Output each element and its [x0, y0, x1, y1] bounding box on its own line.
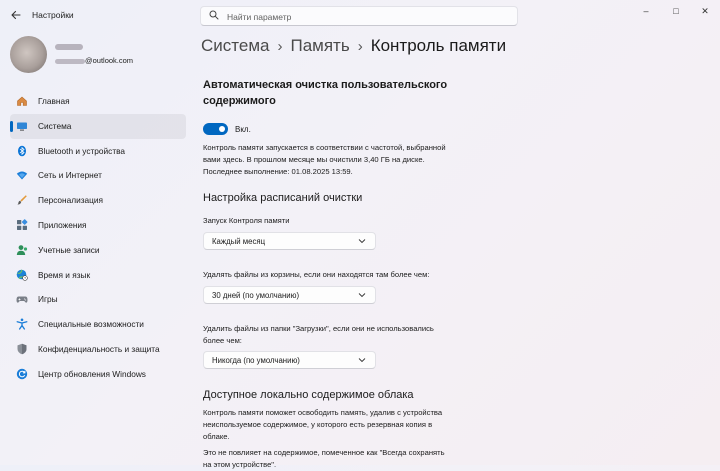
sidebar-item-apps[interactable]: Приложения [10, 213, 186, 238]
breadcrumb-separator: › [357, 38, 363, 55]
run-frequency-dropdown[interactable]: Каждый месяц [203, 232, 376, 250]
page-title: Контроль памяти [370, 36, 507, 55]
sidebar-item-gaming[interactable]: Игры [10, 287, 186, 312]
sidebar-item-label: Главная [38, 96, 70, 106]
breadcrumb: Система › Память › Контроль памяти [201, 36, 506, 56]
schedule-title: Настройка расписаний очистки [203, 192, 363, 204]
cloud-note-line: на этом устройстве". [203, 460, 277, 469]
app-title: Настройки [32, 10, 74, 20]
section-title-auto-cleanup: Автоматическая очистка пользовательского… [203, 79, 448, 107]
search-icon [209, 10, 219, 20]
system-icon [17, 122, 27, 131]
sidebar-item-label: Специальные возможности [38, 319, 144, 330]
wifi-icon [16, 171, 28, 180]
back-arrow-icon [11, 10, 21, 20]
storage-sense-toggle[interactable] [203, 123, 228, 135]
brush-icon [17, 195, 27, 205]
recycle-bin-label: Удалять файлы из корзины, если они наход… [203, 270, 430, 279]
search-box[interactable] [200, 6, 518, 26]
sidebar-item-privacy[interactable]: Конфиденциальность и защита [10, 337, 186, 362]
sidebar-item-accounts[interactable]: Учетные записи [10, 238, 186, 263]
bluetooth-icon [18, 145, 26, 156]
description-line: вами здесь. В прошлом месяце мы очистили… [203, 155, 425, 164]
sidebar-item-label: Игры [38, 294, 58, 305]
breadcrumb-system[interactable]: Система [201, 36, 269, 55]
recycle-bin-value: 30 дней (по умолчанию) [212, 291, 300, 300]
description-line: Контроль памяти запускается в соответств… [203, 143, 446, 152]
account-icon [16, 244, 28, 255]
sidebar-item-accessibility[interactable]: Специальные возможности [10, 312, 186, 337]
sidebar-item-label: Приложения [38, 219, 87, 230]
sidebar-item-label: Учетные записи [38, 244, 100, 255]
cloud-description-line: Контроль памяти поможет освободить памят… [203, 408, 443, 417]
sidebar-item-time-language[interactable]: Время и язык [10, 263, 186, 288]
close-button[interactable]: ✕ [690, 3, 720, 19]
cloud-note-line: Это не повлияет на содержимое, помеченно… [203, 448, 445, 457]
downloads-label-line: более чем: [203, 336, 242, 345]
recycle-bin-dropdown[interactable]: 30 дней (по умолчанию) [203, 286, 376, 304]
title-bar: Настройки – □ ✕ [0, 0, 720, 32]
email-redacted [55, 58, 85, 64]
sidebar-item-label: Система [38, 120, 72, 131]
breadcrumb-separator: › [277, 38, 283, 55]
sidebar-item-label: Персонализация [38, 195, 104, 206]
sidebar-item-bluetooth[interactable]: Bluetooth и устройства [10, 139, 186, 164]
breadcrumb-storage[interactable]: Память [290, 36, 349, 55]
maximize-button[interactable]: □ [661, 3, 691, 19]
shield-icon [17, 343, 27, 355]
sidebar-item-home[interactable]: Главная [10, 89, 186, 114]
sidebar-nav: Главная Система Bluetooth и устройства С… [10, 89, 186, 387]
cloud-description-line: неиспользуемое содержимое, у которого ес… [203, 420, 433, 429]
gamepad-icon [16, 296, 28, 304]
apps-icon [17, 219, 28, 230]
cloud-description-line: облаке. [203, 432, 230, 441]
toggle-label: Вкл. [235, 125, 251, 134]
sidebar-item-label: Сеть и Интернет [38, 170, 102, 181]
chevron-down-icon [358, 239, 366, 244]
downloads-value: Никогда (по умолчанию) [212, 356, 300, 365]
sidebar-item-label: Конфиденциальность и защита [38, 343, 160, 354]
account-email: @outlook.com [55, 56, 133, 65]
back-button[interactable] [8, 7, 24, 23]
account-name-redacted [55, 44, 83, 50]
globe-clock-icon [16, 269, 28, 281]
sidebar-item-label: Bluetooth и устройства [38, 145, 126, 156]
account-profile[interactable]: @outlook.com [10, 36, 186, 76]
sidebar-item-personalization[interactable]: Персонализация [10, 188, 186, 213]
account-email-suffix: @outlook.com [85, 56, 134, 65]
search-input[interactable] [225, 9, 509, 25]
sidebar-item-network[interactable]: Сеть и Интернет [10, 163, 186, 188]
minimize-button[interactable]: – [631, 3, 661, 19]
chevron-down-icon [358, 293, 366, 298]
update-icon [16, 368, 28, 379]
sidebar-item-label: Время и язык [38, 269, 91, 280]
home-icon [17, 96, 27, 106]
avatar [10, 36, 47, 73]
downloads-label-line: Удалить файлы из папки "Загрузки", если … [203, 324, 434, 333]
run-frequency-value: Каждый месяц [212, 237, 266, 246]
sidebar-item-windows-update[interactable]: Центр обновления Windows [10, 362, 186, 387]
sidebar-item-label: Центр обновления Windows [38, 368, 146, 379]
accessibility-icon [16, 318, 28, 330]
sidebar-item-system[interactable]: Система [10, 113, 186, 139]
chevron-down-icon [358, 358, 366, 363]
downloads-dropdown[interactable]: Никогда (по умолчанию) [203, 351, 376, 369]
cloud-section-title: Доступное локально содержимое облака [203, 389, 414, 401]
description-line: Последнее выполнение: 01.08.2025 13:59. [203, 167, 353, 176]
run-frequency-label: Запуск Контроля памяти [203, 216, 290, 225]
